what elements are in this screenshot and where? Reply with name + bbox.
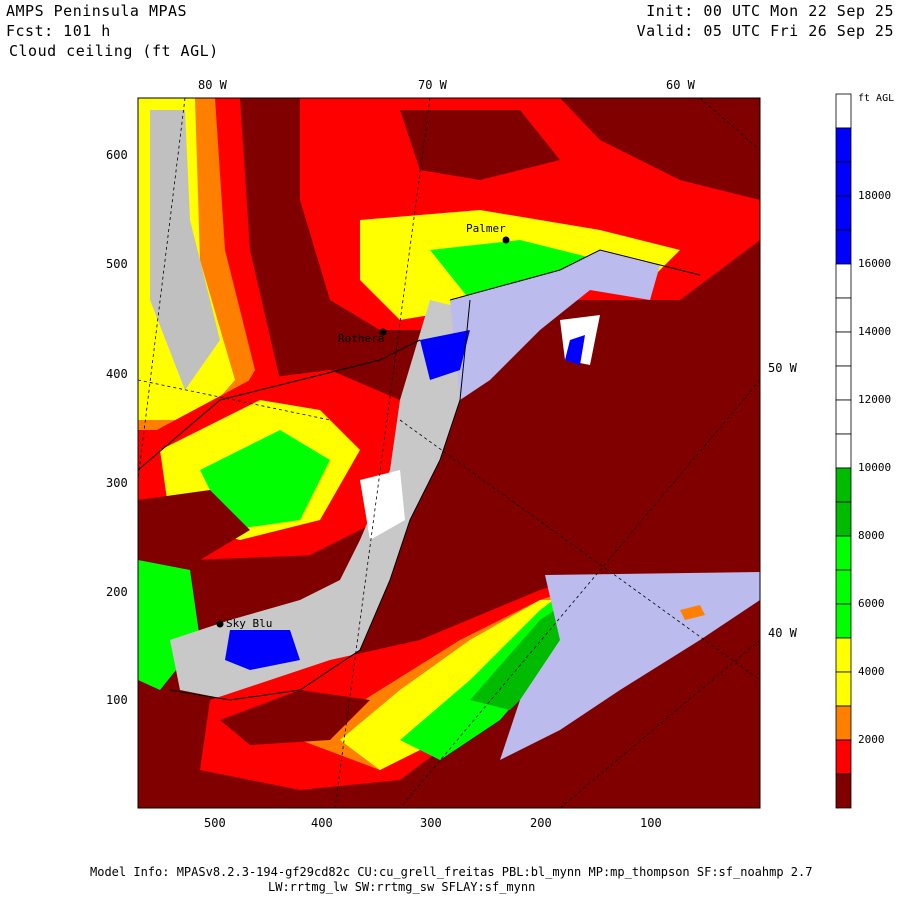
colorbar-segment — [835, 501, 852, 537]
colorbar-segment — [835, 331, 852, 367]
colorbar-segment — [835, 603, 852, 639]
colorbar-label: 16000 — [858, 257, 892, 270]
y-tick-500: 500 — [106, 257, 128, 271]
colorbar-units: ft AGL — [858, 93, 895, 104]
station-label-sky-blu: Sky Blu — [226, 617, 273, 630]
top-lon-70w: 70 W — [418, 78, 447, 92]
y-tick-100: 100 — [106, 693, 128, 707]
x-tick-500: 500 — [204, 816, 226, 830]
colorbar-segment — [835, 297, 852, 333]
y-tick-200: 200 — [106, 585, 128, 599]
weather-map-page: AMPS Peninsula MPAS Fcst: 101 h Cloud ce… — [0, 0, 900, 900]
colorbar-segment — [835, 433, 852, 469]
colorbar-segment — [835, 773, 852, 809]
colorbar-label: 12000 — [858, 393, 892, 406]
footer-model-info: Model Info: MPASv8.2.3-194-gf29cd82c CU:… — [90, 865, 813, 879]
colorbar-segment — [835, 535, 852, 571]
colorbar-segment — [835, 569, 852, 605]
top-lon-80w: 80 W — [198, 78, 227, 92]
colorbar — [835, 93, 852, 809]
right-lon-40w: 40 W — [768, 626, 797, 640]
footer-physics-info: LW:rrtmg_lw SW:rrtmg_sw SFLAY:sf_mynn — [268, 880, 536, 894]
colorbar-segment — [835, 467, 852, 503]
y-tick-600: 600 — [106, 148, 128, 162]
colorbar-segment — [835, 637, 852, 673]
station-label-rothera: Rothera — [338, 332, 385, 345]
colorbar-label: 6000 — [858, 597, 885, 610]
map-field — [138, 98, 760, 808]
colorbar-segment — [835, 93, 852, 129]
colorbar-segment — [835, 263, 852, 299]
x-tick-100: 100 — [640, 816, 662, 830]
x-tick-200: 200 — [530, 816, 552, 830]
colorbar-label: 2000 — [858, 733, 885, 746]
station-dot-sky-blu — [216, 620, 224, 628]
colorbar-label: 18000 — [858, 189, 892, 202]
colorbar-label: 10000 — [858, 461, 892, 474]
colorbar-label: 4000 — [858, 665, 885, 678]
colorbar-segment — [835, 365, 852, 401]
y-tick-400: 400 — [106, 367, 128, 381]
cloud-ceiling-map — [137, 93, 852, 809]
colorbar-segment — [835, 161, 852, 197]
colorbar-segment — [835, 399, 852, 435]
colorbar-segment — [835, 671, 852, 707]
colorbar-segment — [835, 127, 852, 163]
colorbar-segment — [835, 229, 852, 265]
right-lon-50w: 50 W — [768, 361, 797, 375]
y-tick-300: 300 — [106, 476, 128, 490]
x-tick-300: 300 — [420, 816, 442, 830]
colorbar-segment — [835, 705, 852, 741]
top-lon-60w: 60 W — [666, 78, 695, 92]
x-tick-400: 400 — [311, 816, 333, 830]
colorbar-label: 14000 — [858, 325, 892, 338]
station-label-palmer: Palmer — [466, 222, 506, 235]
colorbar-segment — [835, 739, 852, 775]
colorbar-label: 8000 — [858, 529, 885, 542]
station-dot-palmer — [502, 236, 510, 244]
colorbar-segment — [835, 195, 852, 231]
